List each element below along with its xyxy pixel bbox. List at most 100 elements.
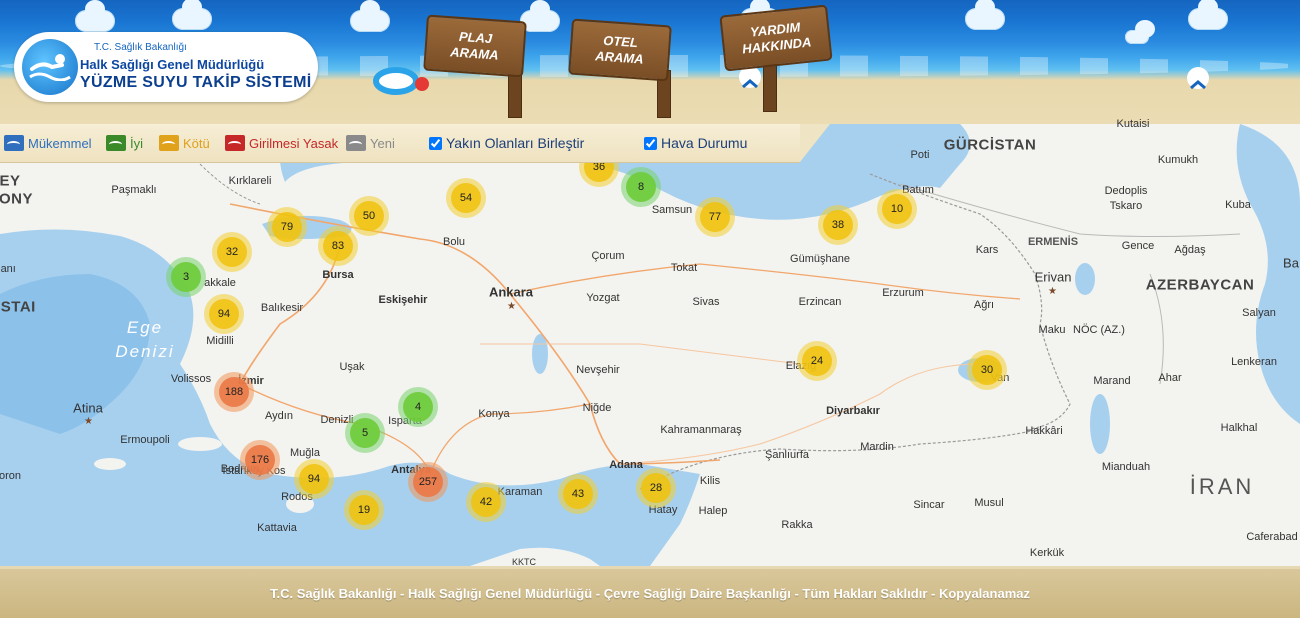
cloud-icon	[75, 0, 115, 32]
cloud-icon	[1125, 20, 1155, 44]
map-label: Kilis	[699, 475, 721, 487]
map-label: Konya	[478, 408, 510, 420]
map-label: Tskaro	[1109, 200, 1143, 212]
system-title: YÜZME SUYU TAKİP SİSTEMİ	[80, 74, 312, 91]
capital-star-icon: ★	[84, 416, 93, 427]
ministry-name: T.C. Sağlık Bakanlığı	[94, 42, 187, 53]
map-label: ERMENİS	[1027, 236, 1079, 248]
cluster-count: 94	[299, 464, 329, 494]
map-label: Hakkâri	[1025, 425, 1063, 437]
beach-cluster-marker[interactable]: 54	[446, 178, 486, 218]
sign-post	[508, 70, 522, 118]
beach-cluster-marker[interactable]: 30	[967, 350, 1007, 390]
map-label: Samsun	[651, 204, 693, 216]
map-label: Erzurum	[882, 287, 924, 299]
legend-label: Mükemmel	[28, 135, 92, 151]
cluster-count: 8	[626, 172, 656, 202]
beach-cluster-marker[interactable]: 188	[214, 372, 254, 412]
map-label: Niğde	[582, 402, 612, 414]
beach-cluster-marker[interactable]: 50	[349, 196, 389, 236]
beach-cluster-marker[interactable]: 94	[294, 459, 334, 499]
beach-cluster-marker[interactable]: 176	[240, 440, 280, 480]
beach-cluster-marker[interactable]: 24	[797, 341, 837, 381]
map-label: Kars	[975, 244, 999, 256]
beach-cluster-marker[interactable]: 257	[408, 462, 448, 502]
map-label: Erivan	[1034, 269, 1072, 285]
map-label: Adana	[609, 459, 643, 471]
header-banner: T.C. Sağlık Bakanlığı Halk Sağlığı Genel…	[0, 0, 1300, 125]
footer-text: T.C. Sağlık Bakanlığı - Halk Sağlığı Gen…	[270, 586, 1030, 601]
map-label: Yozgat	[586, 292, 620, 304]
map-label: Aydın	[265, 410, 293, 422]
swimmer-icon	[4, 135, 24, 151]
cluster-count: 28	[641, 473, 671, 503]
cluster-count: 30	[972, 355, 1002, 385]
cluster-count: 10	[882, 194, 912, 224]
map-label: Maku	[1038, 324, 1066, 336]
map-label: Denizi	[115, 342, 175, 361]
directorate-name: Halk Sağlığı Genel Müdürlüğü	[80, 57, 265, 72]
beach-cluster-marker[interactable]: 83	[318, 226, 358, 266]
map-label: Gümüşhane	[790, 253, 850, 265]
map-label: Bursa	[322, 269, 354, 281]
map-label: Kattavia	[257, 522, 297, 534]
legend-forbidden[interactable]: Girilmesi Yasak	[225, 135, 338, 151]
beach-cluster-marker[interactable]: 32	[212, 232, 252, 272]
map-label: Halep	[698, 505, 728, 517]
cluster-count: 32	[217, 237, 247, 267]
cluster-count: 42	[471, 487, 501, 517]
map-label: ISTAI	[0, 298, 36, 316]
beach-cluster-marker[interactable]: 77	[695, 197, 735, 237]
beach-cluster-marker[interactable]: 19	[344, 490, 384, 530]
nav-beach-search-button[interactable]: PLAJ ARAMA	[423, 14, 527, 78]
beach-cluster-marker[interactable]: 8	[621, 167, 661, 207]
cluster-count: 188	[219, 377, 249, 407]
legend-good[interactable]: İyi	[106, 135, 143, 151]
map-view[interactable]: GÜRCİSTAN ERMENİS AZERBAYCAN İRAN Ege De…	[0, 118, 1300, 567]
beach-cluster-marker[interactable]: 28	[636, 468, 676, 508]
merge-nearby-toggle[interactable]: Yakın Olanları Birleştir	[429, 135, 584, 151]
sign-post	[763, 64, 777, 112]
map-label: Kuba	[1225, 199, 1251, 211]
beach-cluster-marker[interactable]: 4	[398, 387, 438, 427]
legend-label: Yeni	[370, 135, 395, 151]
map-label: Uşak	[339, 361, 365, 373]
beach-cluster-marker[interactable]: 10	[877, 189, 917, 229]
weather-label: Hava Durumu	[661, 135, 748, 151]
beach-cluster-marker[interactable]: 43	[558, 474, 598, 514]
swimmer-icon	[22, 39, 78, 95]
map-label: Mianduah	[1101, 461, 1151, 473]
beach-cluster-marker[interactable]: 79	[267, 207, 307, 247]
swimmer-icon	[225, 135, 245, 151]
legend-label: Girilmesi Yasak	[249, 135, 339, 151]
weather-toggle[interactable]: Hava Durumu	[644, 135, 747, 151]
cloud-icon	[1188, 0, 1228, 30]
cloud-icon	[350, 0, 390, 32]
beach-cluster-marker[interactable]: 94	[204, 294, 244, 334]
map-label: Eskişehir	[378, 294, 428, 306]
map-label: Bolu	[442, 236, 466, 248]
legend-new[interactable]: Yeni	[346, 135, 395, 151]
site-logo[interactable]: T.C. Sağlık Bakanlığı Halk Sağlığı Genel…	[14, 32, 318, 102]
beach-cluster-marker[interactable]: 38	[818, 205, 858, 245]
legend-excellent[interactable]: Mükemmel	[4, 135, 92, 151]
merge-nearby-checkbox[interactable]	[429, 136, 442, 150]
beach-cluster-marker[interactable]: 42	[466, 482, 506, 522]
map-label: Diyarbakır	[826, 405, 880, 417]
swimmer-icon	[159, 135, 179, 151]
map-label: Halkhal	[1220, 422, 1258, 434]
cluster-count: 24	[802, 346, 832, 376]
beach-cluster-marker[interactable]: 5	[345, 413, 385, 453]
cluster-count: 54	[451, 183, 481, 213]
map-label: GÜRCİSTAN	[943, 136, 1037, 154]
map-label: oron	[0, 470, 22, 482]
cluster-count: 19	[349, 495, 379, 525]
beach-cluster-marker[interactable]: 3	[166, 257, 206, 297]
map-label: NÖC (AZ.)	[1073, 324, 1125, 336]
legend-bad[interactable]: Kötü	[159, 135, 210, 151]
weather-checkbox[interactable]	[644, 136, 657, 150]
nav-help-about-button[interactable]: YARDIM HAKKINDA	[719, 4, 833, 72]
map-label: Tokat	[670, 262, 698, 274]
map-label: Ağdaş	[1174, 244, 1206, 256]
nav-hotel-search-button[interactable]: OTEL ARAMA	[568, 18, 672, 82]
